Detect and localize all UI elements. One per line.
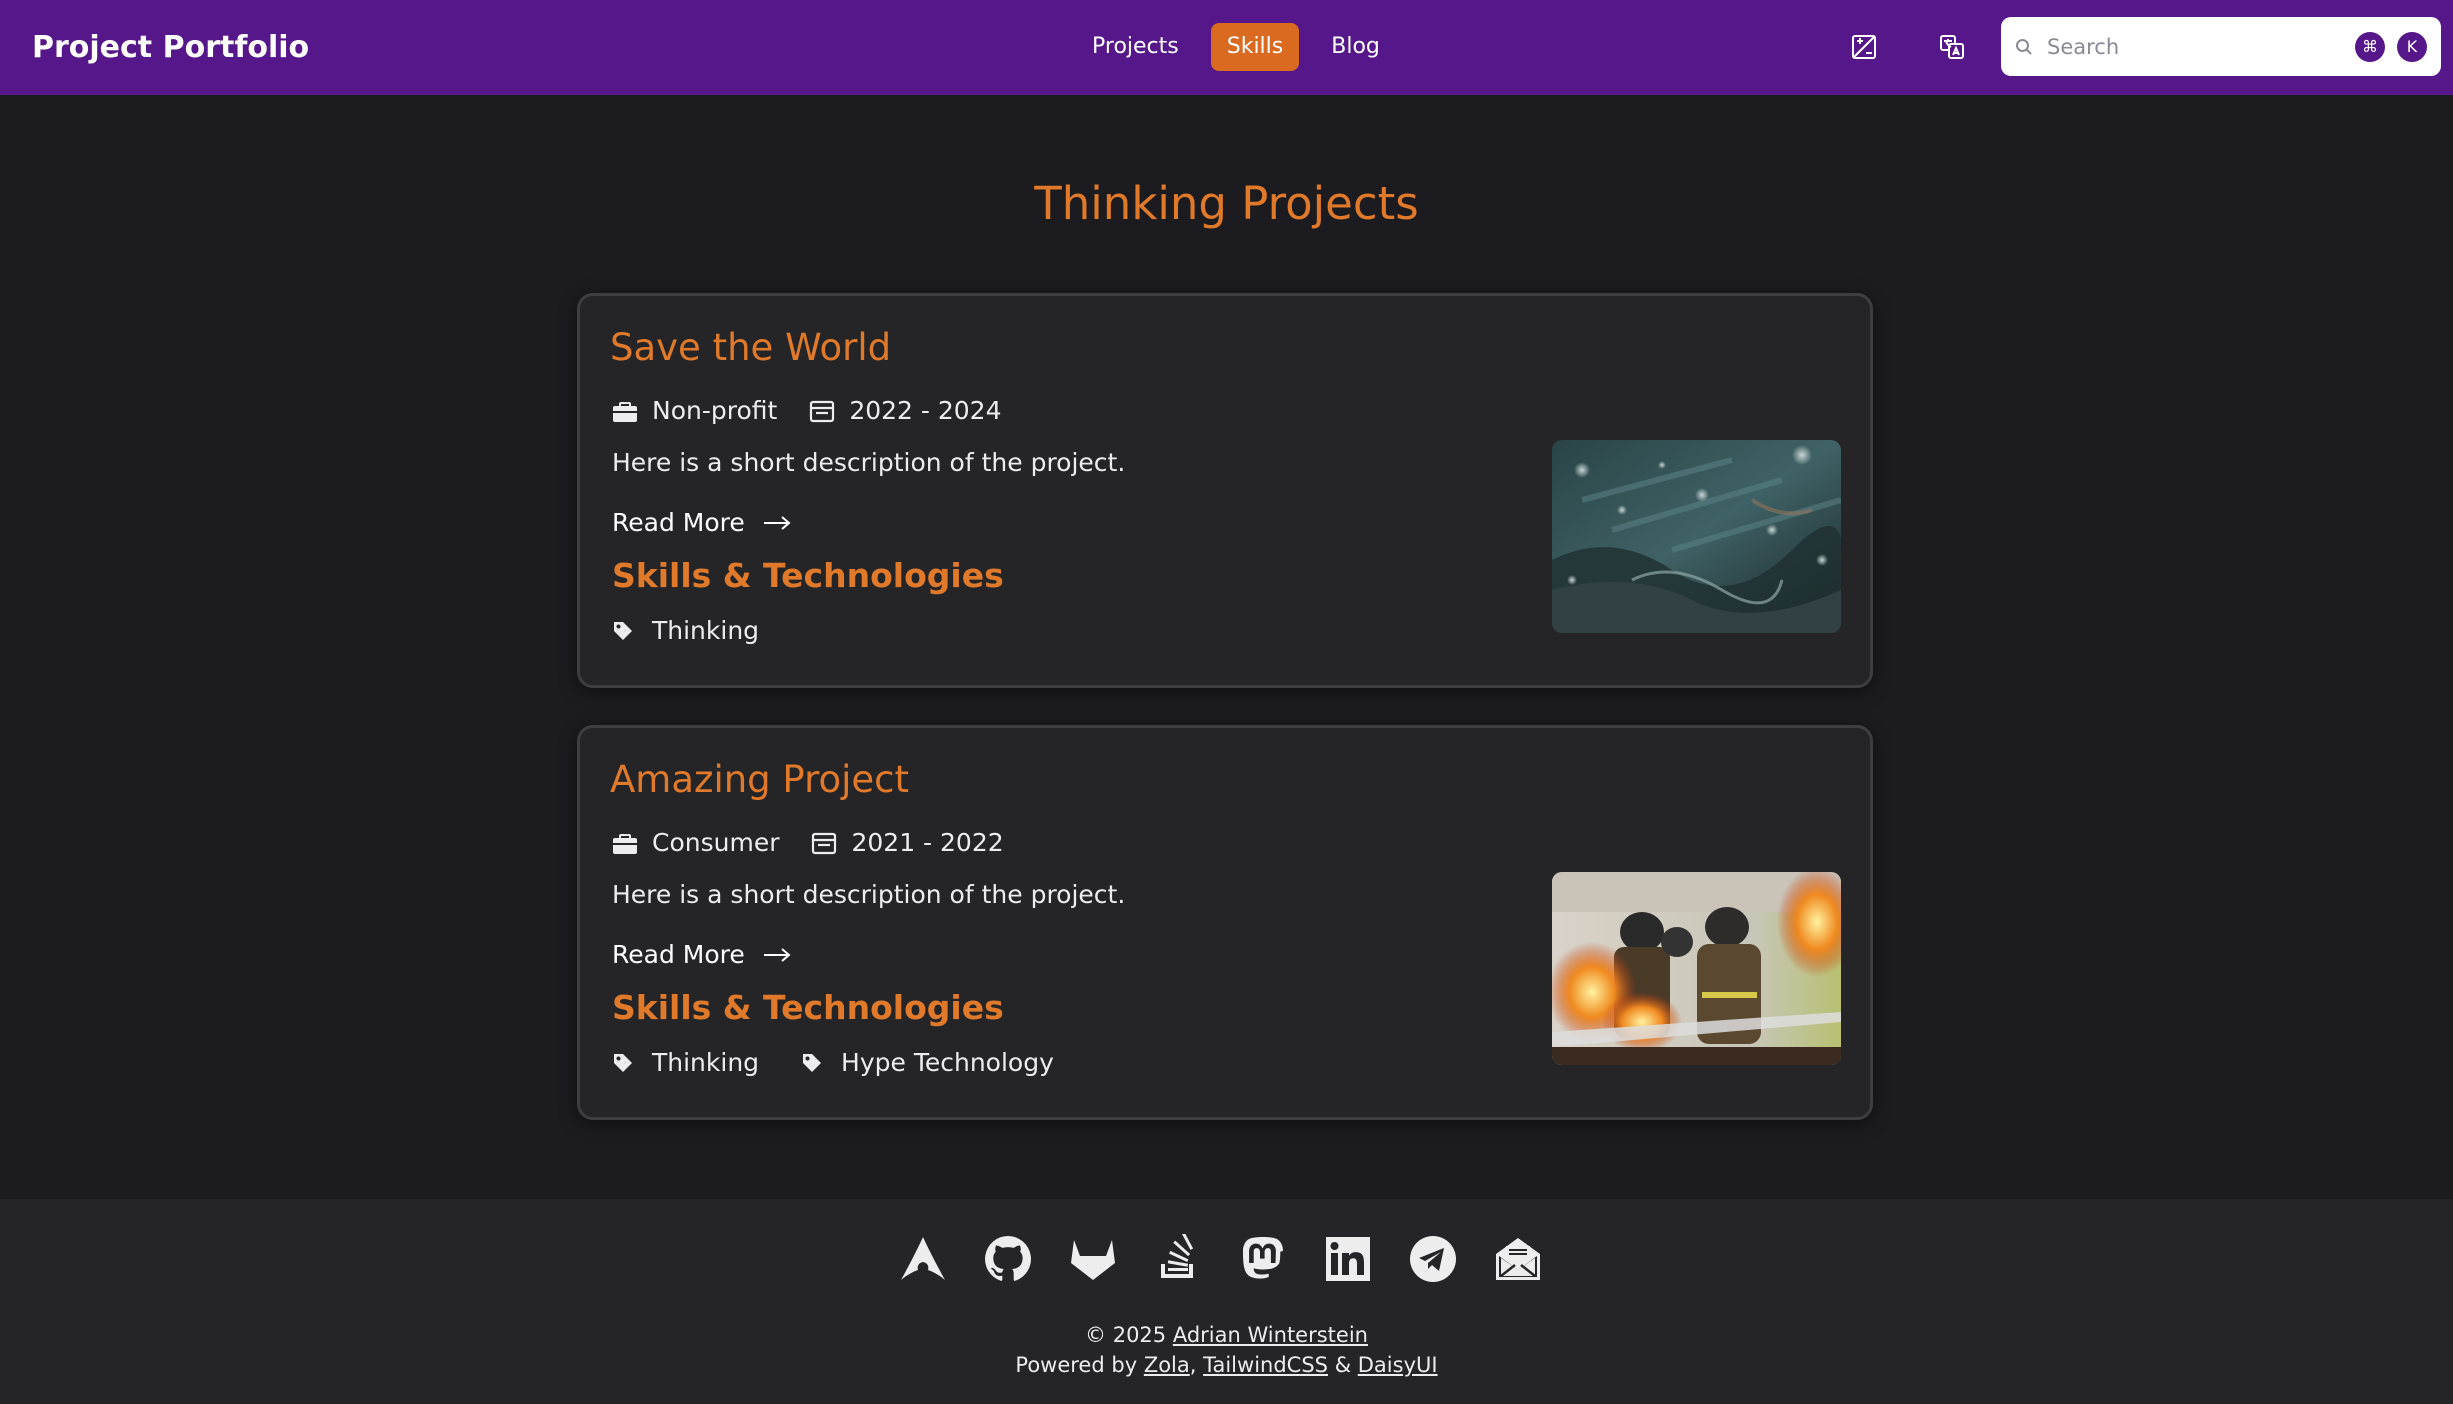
linkedin-icon[interactable]	[1323, 1234, 1373, 1284]
period-item: 2022 - 2024	[809, 396, 1001, 425]
project-title[interactable]: Amazing Project	[610, 758, 909, 801]
read-more-link[interactable]: Read More	[612, 508, 791, 537]
gitlab-icon[interactable]	[1068, 1234, 1118, 1284]
skills-heading: Skills & Technologies	[612, 988, 1004, 1027]
project-meta: Consumer 2021 - 2022	[612, 828, 1036, 857]
mastodon-icon[interactable]	[1238, 1234, 1288, 1284]
brand-title[interactable]: Project Portfolio	[32, 0, 309, 95]
tag-label: Thinking	[652, 1048, 760, 1077]
footer: © 2025 Adrian Winterstein Powered by Zol…	[0, 1199, 2453, 1404]
project-card-amazing-project: Amazing Project Consumer 2021 - 2022 Her…	[577, 725, 1873, 1120]
separator-comma: ,	[1189, 1353, 1197, 1377]
powered-by-line: Powered by Zola, TailwindCSS & DaisyUI	[0, 1350, 2453, 1380]
water-droplets-photo	[1552, 440, 1841, 633]
stackoverflow-icon[interactable]	[1153, 1234, 1203, 1284]
period-label: 2022 - 2024	[849, 396, 1002, 425]
category-label: Non-profit	[652, 396, 778, 425]
tag-icon	[803, 1053, 822, 1072]
period-item: 2021 - 2022	[811, 828, 1004, 857]
tag-item[interactable]: Hype Technology	[801, 1048, 1054, 1077]
translate-icon[interactable]	[1933, 28, 1971, 66]
nav-link-projects[interactable]: Projects	[1076, 23, 1195, 71]
project-title[interactable]: Save the World	[610, 326, 891, 369]
calendar-icon	[812, 832, 837, 854]
category-label: Consumer	[652, 828, 780, 857]
project-card-save-the-world: Save the World Non-profit 2022 - 2024 He…	[577, 293, 1873, 688]
kbd-k: K	[2397, 31, 2427, 62]
period-label: 2021 - 2022	[851, 828, 1004, 857]
tag-icon	[614, 1053, 632, 1072]
theme-toggle-icon[interactable]	[1845, 28, 1883, 66]
search-icon	[2016, 38, 2032, 55]
arrow-right-icon	[763, 947, 791, 962]
project-meta: Non-profit 2022 - 2024	[612, 396, 1033, 425]
read-more-link[interactable]: Read More	[612, 940, 791, 969]
daisyui-link[interactable]: DaisyUI	[1358, 1353, 1438, 1377]
arch-icon[interactable]	[898, 1234, 948, 1284]
search-input[interactable]	[2047, 34, 2327, 59]
email-icon[interactable]	[1493, 1234, 1543, 1284]
zola-link[interactable]: Zola	[1144, 1353, 1190, 1377]
tag-label: Thinking	[652, 616, 760, 645]
social-links	[898, 1234, 1543, 1284]
copyright-line: © 2025 Adrian Winterstein	[0, 1320, 2453, 1350]
copyright-block: © 2025 Adrian Winterstein Powered by Zol…	[0, 1320, 2453, 1380]
top-navbar: Project Portfolio Projects Skills Blog ⌘…	[0, 0, 2453, 95]
calendar-icon	[810, 400, 835, 422]
tag-list: Thinking Hype Technology	[612, 1048, 1096, 1077]
page-title: Thinking Projects	[1034, 177, 1419, 230]
project-description: Here is a short description of the proje…	[612, 880, 1126, 909]
category-item: Non-profit	[612, 396, 777, 425]
read-more-label: Read More	[612, 508, 745, 537]
arrow-right-icon	[763, 515, 791, 530]
tailwindcss-link[interactable]: TailwindCSS	[1203, 1353, 1328, 1377]
copyright-year: © 2025	[1085, 1323, 1167, 1347]
nav-link-blog[interactable]: Blog	[1315, 23, 1396, 71]
github-icon[interactable]	[983, 1234, 1033, 1284]
briefcase-icon	[613, 833, 637, 854]
nav-link-skills[interactable]: Skills	[1210, 23, 1300, 71]
tag-item[interactable]: Thinking	[612, 1048, 759, 1077]
read-more-label: Read More	[612, 940, 745, 969]
tag-icon	[614, 621, 632, 640]
project-description: Here is a short description of the proje…	[612, 448, 1126, 477]
separator-and: &	[1334, 1353, 1352, 1377]
author-link[interactable]: Adrian Winterstein	[1173, 1323, 1368, 1347]
skills-heading: Skills & Technologies	[612, 556, 1004, 595]
main-nav: Projects Skills Blog	[1076, 22, 1396, 72]
tag-label: Hype Technology	[841, 1048, 1054, 1077]
search-box[interactable]: ⌘ K	[2001, 17, 2441, 76]
kbd-cmd: ⌘	[2355, 31, 2385, 62]
briefcase-icon	[613, 401, 637, 422]
tag-item[interactable]: Thinking	[612, 616, 759, 645]
category-item: Consumer	[612, 828, 779, 857]
telegram-icon[interactable]	[1408, 1234, 1458, 1284]
tag-list: Thinking	[612, 616, 801, 645]
firefighters-photo	[1552, 872, 1841, 1065]
powered-by-label: Powered by	[1015, 1353, 1138, 1377]
